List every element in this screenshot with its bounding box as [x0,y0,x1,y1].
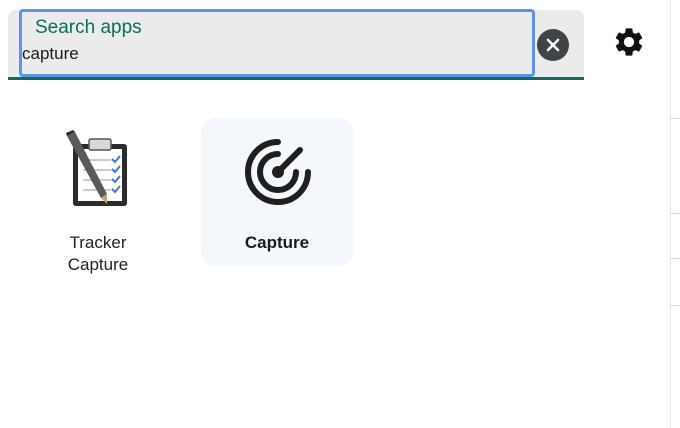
app-tile-capture[interactable]: Capture [201,118,353,266]
background-divider [670,258,680,259]
settings-button[interactable] [612,25,646,59]
clipboard-checklist-icon [66,130,127,206]
app-label: Capture [244,233,310,252]
close-icon [546,38,560,52]
clear-search-button[interactable] [537,29,569,61]
capture-target-icon [245,139,311,205]
search-input[interactable] [22,42,512,66]
background-page-edge [670,0,680,428]
app-label: Tracker Capture [67,233,129,274]
search-label: Search apps [35,17,142,38]
background-divider [670,118,680,119]
background-divider [670,213,680,214]
search-field[interactable]: Search apps [8,9,584,80]
app-tile-tracker-capture[interactable]: Tracker Capture [22,118,174,274]
gear-icon [615,28,643,56]
background-divider [670,305,680,306]
